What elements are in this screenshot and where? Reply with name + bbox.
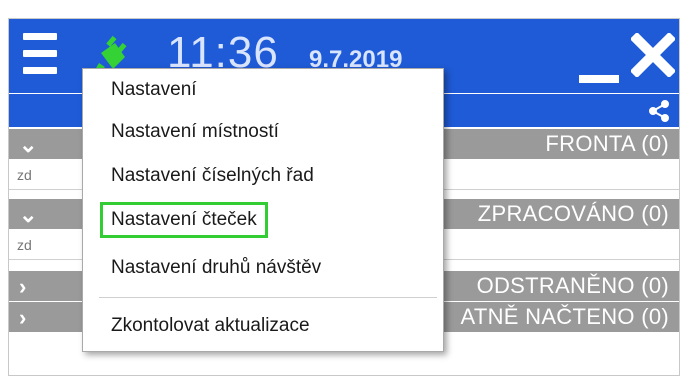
menu-item-nastaveni-druhu-navstev[interactable]: Nastavení druhů návštěv (111, 255, 321, 281)
section-title: ZPRACOVÁNO (0) (477, 201, 669, 226)
menu-item-nastaveni-mistnosti[interactable]: Nastavení místností (111, 119, 279, 145)
minimize-icon[interactable] (579, 75, 619, 83)
share-icon[interactable] (647, 99, 671, 123)
menu-item-nastaveni-ciselnych-rad[interactable]: Nastavení číselných řad (111, 163, 314, 189)
section-title: FRONTA (0) (545, 131, 669, 156)
menu-divider (99, 297, 437, 298)
close-icon[interactable] (631, 33, 675, 77)
hamburger-menu-icon[interactable] (23, 33, 57, 77)
settings-dropdown-menu: Nastavení Nastavení místností Nastavení … (82, 68, 444, 352)
section-title: ODSTRANĚNO (0) (476, 273, 669, 298)
chevron-right-icon: › (19, 274, 27, 299)
section-title: ATNĚ NAČTENO (0) (460, 304, 669, 329)
chevron-down-icon: ⌄ (19, 132, 38, 157)
chevron-right-icon: › (19, 305, 27, 330)
menu-item-nastaveni-ctecek[interactable]: Nastavení čteček (100, 202, 268, 238)
chevron-down-icon: ⌄ (19, 202, 38, 227)
menu-item-nastaveni[interactable]: Nastavení (111, 77, 197, 103)
menu-item-zkontrolovat-aktualizace[interactable]: Zkontolovat aktualizace (111, 313, 310, 339)
